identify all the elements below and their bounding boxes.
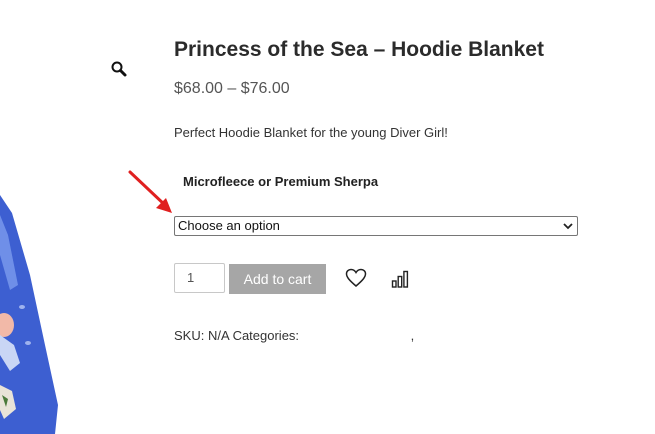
variation-select[interactable]: Choose an option — [174, 216, 578, 236]
quantity-input[interactable]: 1 — [174, 263, 225, 293]
heart-icon[interactable] — [345, 268, 367, 288]
magnifier-icon[interactable] — [110, 60, 128, 78]
product-title: Princess of the Sea – Hoodie Blanket — [174, 38, 544, 61]
categories-label: Categories: — [232, 328, 300, 343]
add-to-cart-label: Add to cart — [243, 271, 312, 287]
product-description: Perfect Hoodie Blanket for the young Div… — [174, 125, 448, 140]
product-image — [0, 195, 75, 434]
chevron-down-icon — [563, 223, 573, 230]
bar-chart-icon[interactable] — [391, 270, 409, 288]
price-range: $68.00 – $76.00 — [174, 80, 290, 97]
red-arrow — [126, 168, 178, 218]
add-to-cart-button[interactable]: Add to cart — [229, 264, 326, 294]
sku-value: N/A — [207, 328, 229, 343]
sku-label: SKU: — [174, 328, 205, 343]
categories-separator: , — [410, 328, 415, 343]
variation-selected-value: Choose an option — [178, 218, 280, 233]
product-meta: SKU: N/A Categories: , — [174, 328, 414, 343]
variation-label: Microfleece or Premium Sherpa — [183, 174, 379, 189]
